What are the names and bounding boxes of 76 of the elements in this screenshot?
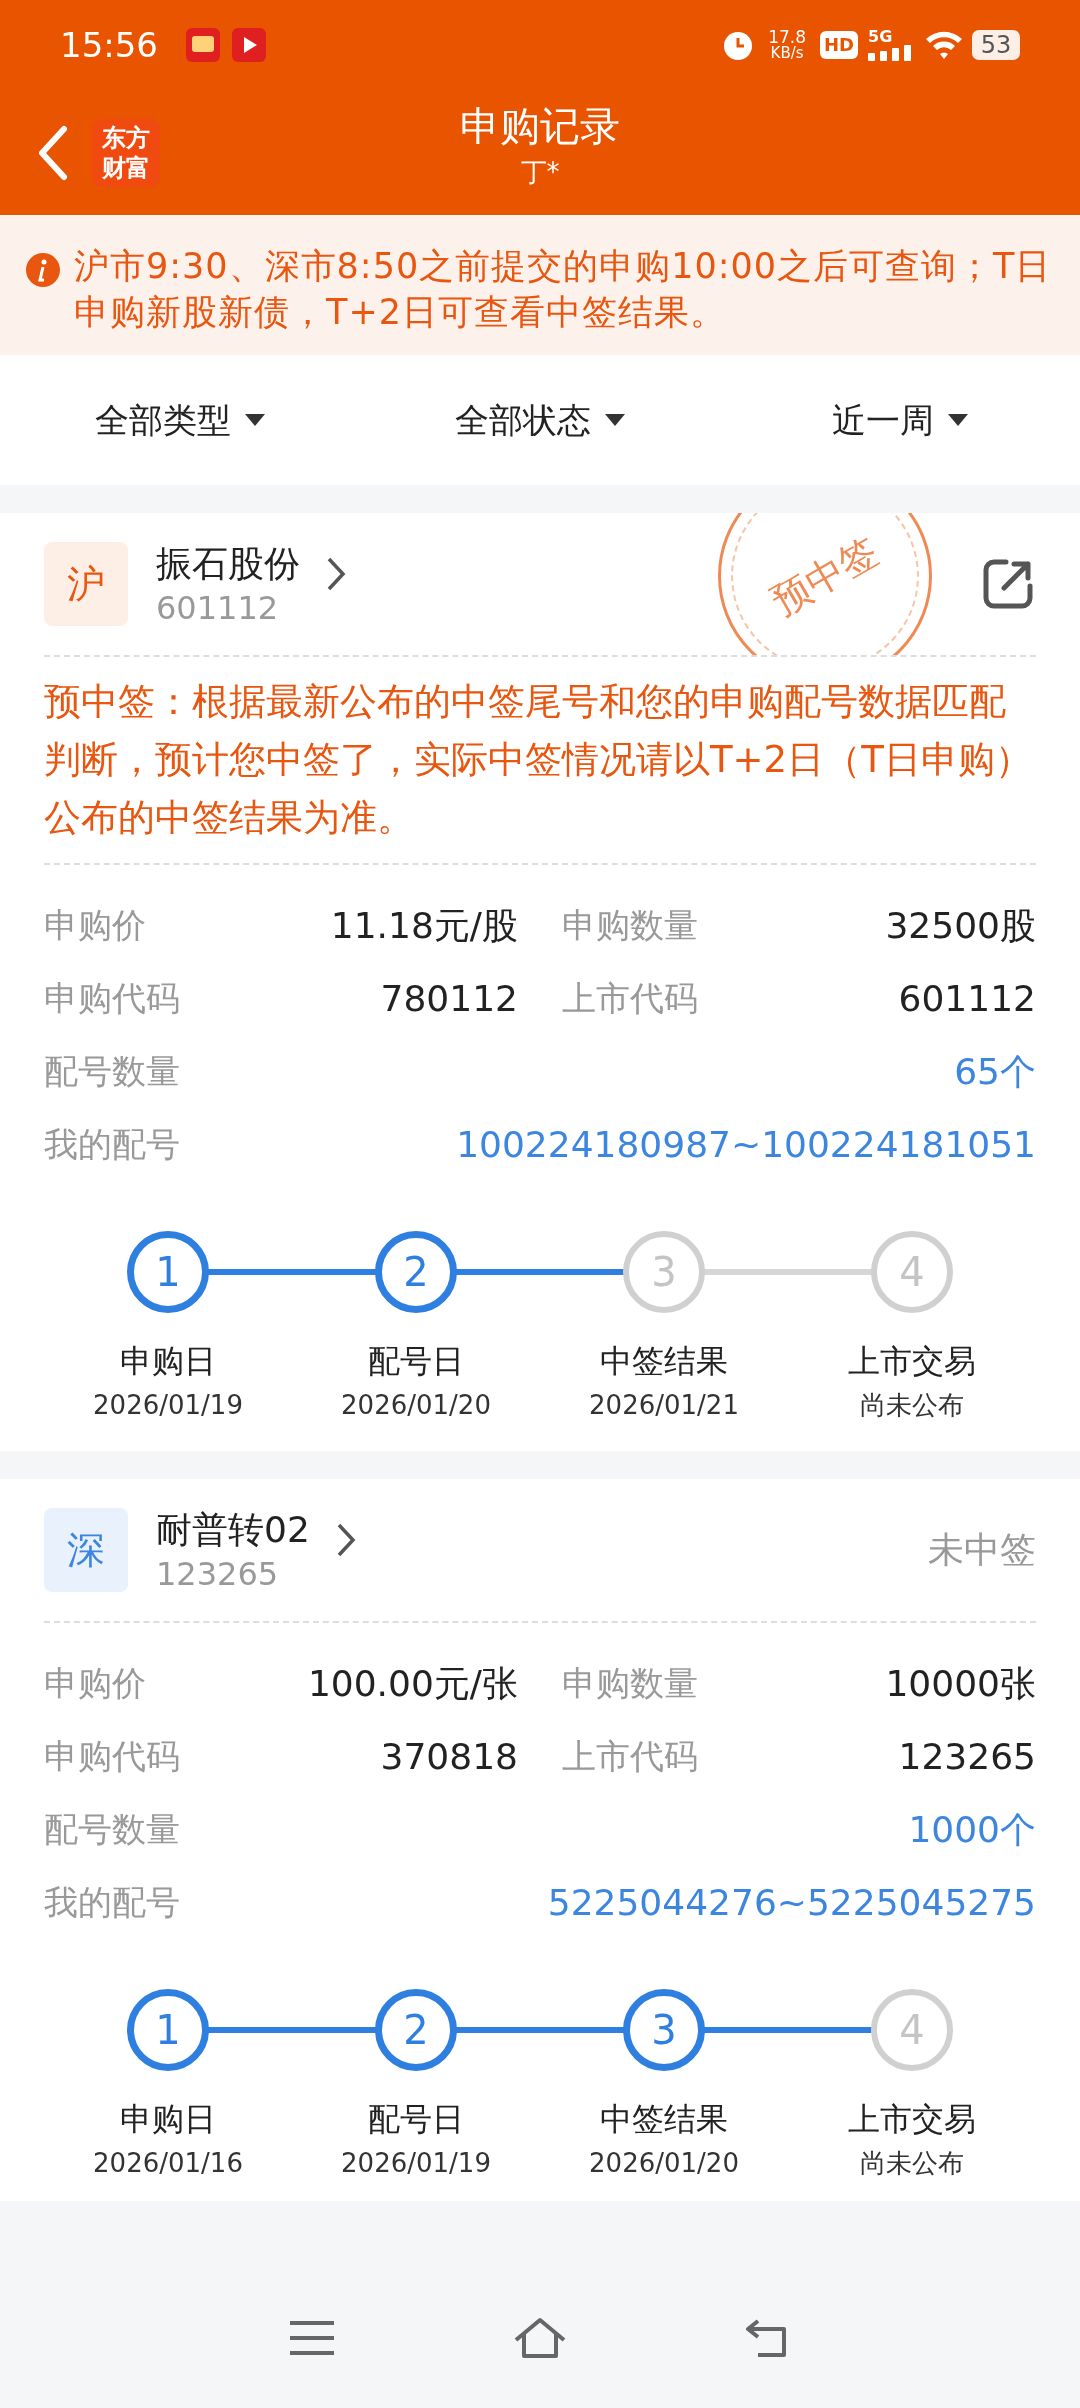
field-label: 配号数量	[44, 1050, 180, 1093]
logo-text: 财富	[102, 152, 150, 183]
field-label: 申购价	[44, 1662, 146, 1705]
field-value: 370818	[380, 1734, 518, 1779]
field-value: 10000张	[885, 1661, 1036, 1706]
stock-code: 123265	[156, 1554, 280, 1594]
wifi-icon	[924, 29, 964, 61]
field-link[interactable]: 1000个	[908, 1802, 1036, 1857]
step-date: 2026/01/16	[93, 2147, 243, 2180]
field-link[interactable]: 65个	[954, 1044, 1036, 1099]
field-label: 申购代码	[44, 1735, 180, 1778]
battery-indicator: 53	[972, 30, 1020, 60]
logo-text: 东方	[102, 122, 150, 153]
step-date: 尚未公布	[860, 2147, 964, 2180]
field-value: 100.00元/张	[307, 1661, 518, 1706]
hd-indicator: HD	[820, 31, 858, 59]
chevron-right-icon[interactable]	[335, 1522, 356, 1558]
network-speed: 17.8	[768, 29, 806, 46]
step-label: 申购日	[120, 1341, 216, 1382]
field-link[interactable]: 5225044276~5225045275	[547, 1875, 1036, 1930]
info-icon	[26, 253, 60, 287]
video-app-notification-icon	[232, 28, 266, 62]
filter-dropdown[interactable]: 全部状态	[360, 394, 720, 446]
step-label: 中签结果	[600, 1341, 728, 1382]
market-badge: 深	[44, 1508, 128, 1592]
step-date: 2026/01/19	[341, 2147, 491, 2180]
field-label: 配号数量	[44, 1808, 180, 1851]
field-value: 32500股	[885, 903, 1036, 948]
step-label: 上市交易	[848, 1341, 976, 1382]
field-label: 申购数量	[562, 1662, 698, 1705]
filter-dropdown[interactable]: 全部类型	[0, 394, 360, 446]
field-value: 601112	[898, 976, 1036, 1021]
home-icon[interactable]	[512, 2316, 568, 2360]
field-label: 申购价	[44, 904, 146, 947]
field-label: 申购数量	[562, 904, 698, 947]
field-label: 我的配号	[44, 1123, 180, 1166]
back-icon[interactable]	[36, 124, 68, 181]
status-time: 15:56	[60, 23, 158, 67]
field-label: 上市代码	[562, 977, 698, 1020]
field-value: 780112	[380, 976, 518, 1021]
page-title: 申购记录	[460, 102, 620, 151]
description-text: 预中签：根据最新公布的中签尾号和您的申购配号数据匹配判断，预计您中签了，实际中签情况请以T+2日（T日申购）公布的中签结果为准。	[44, 679, 1033, 841]
caret-icon	[245, 414, 265, 426]
field-value: 11.18元/股	[330, 903, 518, 948]
field-value: 123265	[898, 1734, 1036, 1779]
step-label: 申购日	[120, 2099, 216, 2140]
step-label: 中签结果	[600, 2099, 728, 2140]
app-notification-icon	[186, 28, 220, 62]
page-subtitle: 丁*	[520, 156, 560, 189]
menu-icon[interactable]	[288, 2319, 336, 2357]
field-label: 上市代码	[562, 1735, 698, 1778]
stock-code: 601112	[156, 588, 280, 628]
step-date: 2026/01/21	[589, 1389, 739, 1422]
filter-dropdown[interactable]: 近一周	[720, 394, 1080, 446]
stock-name: 耐普转02	[156, 1508, 310, 1552]
caret-icon	[605, 414, 625, 426]
stamp-text: 预中签	[763, 527, 887, 626]
market-badge: 沪	[44, 542, 128, 626]
stock-name: 振石股份	[156, 542, 300, 586]
step-label: 配号日	[368, 1341, 464, 1382]
notice-text: 沪市9:30、深市8:50之前提交的申购10:00之后可查询；T日申购新股新债，T+2日可查看中签结果。	[74, 245, 1053, 334]
network-type: 5G	[868, 29, 894, 45]
caret-icon	[948, 414, 968, 426]
step-label: 上市交易	[848, 2099, 976, 2140]
step-date: 尚未公布	[860, 1389, 964, 1422]
field-link[interactable]: 100224180987~100224181051	[456, 1117, 1036, 1172]
status-text: 未中签	[928, 1528, 1036, 1572]
chevron-right-icon[interactable]	[326, 556, 346, 592]
step-date: 2026/01/20	[341, 1389, 491, 1422]
step-date: 2026/01/19	[93, 1389, 243, 1422]
network-speed-unit: KB/s	[770, 46, 804, 61]
signal-icon	[868, 45, 912, 61]
step-label: 配号日	[368, 2099, 464, 2140]
field-label: 申购代码	[44, 977, 180, 1020]
step-date: 2026/01/20	[589, 2147, 739, 2180]
field-label: 我的配号	[44, 1881, 180, 1924]
